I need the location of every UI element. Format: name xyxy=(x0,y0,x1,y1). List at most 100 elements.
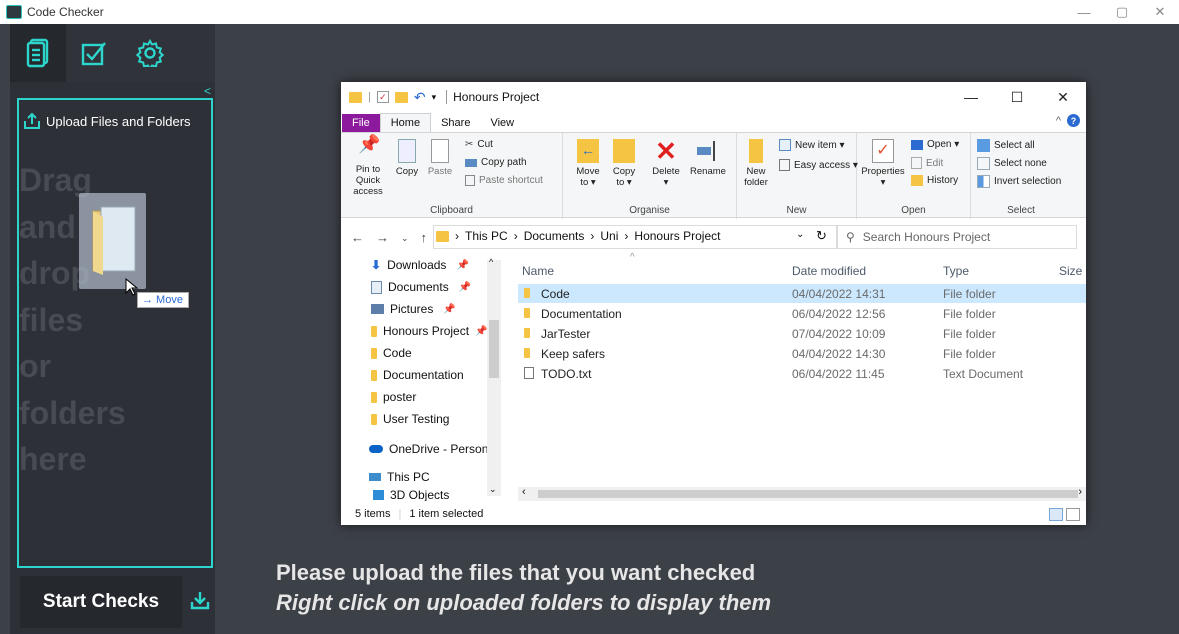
file-type: File folder xyxy=(943,347,996,361)
paste-button[interactable]: Paste xyxy=(425,139,455,177)
nav-item-documentation[interactable]: Documentation xyxy=(371,368,464,382)
large-icons-view-button[interactable] xyxy=(1066,508,1080,521)
help-icon[interactable]: ? xyxy=(1067,114,1080,127)
copy-to-button[interactable]: Copy to ▾ xyxy=(609,139,639,188)
move-to-button[interactable]: ← Move to ▾ xyxy=(573,139,603,188)
nav-item-pictures[interactable]: Pictures 📌 xyxy=(371,302,456,316)
explorer-close-button[interactable]: ✕ xyxy=(1040,82,1086,112)
new-item-icon xyxy=(779,139,791,151)
paste-icon xyxy=(431,139,449,163)
drop-zone[interactable]: Upload Files and Folders Drag and drop f… xyxy=(17,98,213,568)
nav-item-label: OneDrive - Personal xyxy=(389,442,498,456)
new-group-label: New xyxy=(786,205,807,216)
properties-label: Properties ▾ xyxy=(861,166,905,188)
easy-access-button[interactable]: Easy access ▾ xyxy=(779,159,858,171)
rename-button[interactable]: Rename xyxy=(687,139,729,177)
copy-path-button[interactable]: Copy path xyxy=(465,157,527,168)
select-all-button[interactable]: Select all xyxy=(977,139,1035,152)
upload-button[interactable]: Upload Files and Folders xyxy=(23,112,191,130)
nav-pane-scrollbar[interactable]: ^ ⌄ xyxy=(487,257,501,496)
file-type: File folder xyxy=(943,287,996,301)
breadcrumb-item[interactable]: Documents xyxy=(524,229,585,243)
pin-quick-access-button[interactable]: 📌 Pin to Quick access xyxy=(345,135,391,197)
ribbon-collapse-icon[interactable]: ^ xyxy=(1056,115,1061,127)
back-icon[interactable]: ← xyxy=(351,230,364,245)
new-folder-quick-icon[interactable] xyxy=(394,91,408,103)
delete-button[interactable]: ✕ Delete ▾ xyxy=(649,138,683,188)
nav-settings-button[interactable] xyxy=(122,24,178,82)
search-input[interactable]: ⚲ Search Honours Project xyxy=(837,225,1077,249)
breadcrumb-item[interactable]: This PC xyxy=(465,229,508,243)
column-name[interactable]: Name xyxy=(522,264,554,278)
refresh-icon[interactable]: ↻ xyxy=(816,228,827,244)
nav-item-user-testing[interactable]: User Testing xyxy=(371,412,449,426)
properties-quick-icon[interactable]: ✓ xyxy=(376,91,389,103)
select-none-icon xyxy=(977,157,990,170)
nav-item-downloads[interactable]: ⬇ Downloads 📌 xyxy=(371,258,469,272)
properties-button[interactable]: ✓ Properties ▾ xyxy=(861,139,905,188)
address-dropdown-icon[interactable]: ⌄ xyxy=(796,229,804,240)
horizontal-scroll-thumb[interactable] xyxy=(538,490,1078,498)
collapse-sidebar-button[interactable]: < xyxy=(204,84,211,98)
table-row[interactable]: Code 04/04/2022 14:31 File folder xyxy=(518,284,1086,303)
table-row[interactable]: Keep safers 04/04/2022 14:30 File folder xyxy=(518,344,1086,363)
table-row[interactable]: TODO.txt 06/04/2022 11:45 Text Document xyxy=(518,364,1086,383)
nav-item-honours-project[interactable]: Honours Project 📌 xyxy=(371,324,488,338)
explorer-minimize-button[interactable]: — xyxy=(948,82,994,112)
recent-locations-icon[interactable]: ⌄ xyxy=(401,233,409,245)
open-button[interactable]: Open ▾ xyxy=(911,139,959,150)
scroll-right-icon[interactable]: › xyxy=(1078,486,1082,498)
scroll-up-icon[interactable]: ^ xyxy=(489,257,493,267)
select-group-label: Select xyxy=(1007,205,1035,216)
nav-pane-scroll-thumb[interactable] xyxy=(489,320,499,378)
nav-item-code[interactable]: Code xyxy=(371,346,412,360)
minimize-button[interactable]: — xyxy=(1065,0,1103,24)
column-date-modified[interactable]: Date modified xyxy=(792,264,866,278)
nav-item-poster[interactable]: poster xyxy=(371,390,416,404)
new-item-button[interactable]: New item ▾ xyxy=(779,139,844,151)
invert-selection-button[interactable]: Invert selection xyxy=(977,175,1061,188)
column-size[interactable]: Size xyxy=(1059,264,1082,278)
history-button[interactable]: History xyxy=(911,175,958,186)
dragged-folder-ghost xyxy=(79,193,146,289)
nav-item-documents[interactable]: Documents 📌 xyxy=(371,280,471,294)
up-icon[interactable]: ↑ xyxy=(421,230,428,245)
tab-share[interactable]: Share xyxy=(431,114,480,132)
scroll-left-icon[interactable]: ‹ xyxy=(522,486,526,498)
file-list-horizontal-scrollbar[interactable]: ‹ › xyxy=(518,486,1086,501)
tab-file[interactable]: File xyxy=(342,114,380,132)
start-checks-button[interactable]: Start Checks xyxy=(20,576,182,628)
tab-view[interactable]: View xyxy=(480,114,524,132)
table-row[interactable]: JarTester 07/04/2022 10:09 File folder xyxy=(518,324,1086,343)
copy-button[interactable]: Copy xyxy=(393,139,421,177)
search-icon: ⚲ xyxy=(846,230,855,244)
maximize-button[interactable]: ▢ xyxy=(1103,0,1141,24)
nav-checks-button[interactable] xyxy=(66,24,122,82)
undo-icon[interactable]: ↶ xyxy=(414,89,426,106)
paste-shortcut-button[interactable]: Paste shortcut xyxy=(465,175,543,186)
new-folder-button[interactable]: New folder xyxy=(741,139,771,188)
nav-item-this-pc[interactable]: This PC xyxy=(369,470,430,484)
tab-home[interactable]: Home xyxy=(379,113,432,132)
scroll-down-icon[interactable]: ⌄ xyxy=(489,484,497,495)
new-folder-label: New folder xyxy=(744,166,768,188)
address-bar-row: ← → ⌄ ↑ › This PC › Documents › Uni › Ho… xyxy=(341,218,1086,256)
table-row[interactable]: Documentation 06/04/2022 12:56 File fold… xyxy=(518,304,1086,323)
edit-button[interactable]: Edit xyxy=(911,157,943,169)
download-icon[interactable] xyxy=(190,590,210,610)
nav-files-button[interactable] xyxy=(10,24,66,82)
breadcrumb-item[interactable]: Honours Project xyxy=(634,229,720,243)
details-view-button[interactable] xyxy=(1049,508,1063,521)
quick-access-dropdown-icon[interactable]: ▾ xyxy=(432,92,437,103)
forward-icon[interactable]: → xyxy=(376,230,389,245)
select-none-button[interactable]: Select none xyxy=(977,157,1047,170)
nav-item-onedrive[interactable]: OneDrive - Personal xyxy=(369,442,498,456)
properties-icon: ✓ xyxy=(872,139,894,163)
close-button[interactable]: ✕ xyxy=(1141,0,1179,24)
column-type[interactable]: Type xyxy=(943,264,969,278)
explorer-maximize-button[interactable]: ☐ xyxy=(994,82,1040,112)
file-name: Documentation xyxy=(541,307,622,321)
breadcrumb-item[interactable]: Uni xyxy=(600,229,618,243)
nav-item-3d-objects[interactable]: 3D Objects xyxy=(373,489,449,501)
cut-button[interactable]: ✂ Cut xyxy=(465,139,493,150)
